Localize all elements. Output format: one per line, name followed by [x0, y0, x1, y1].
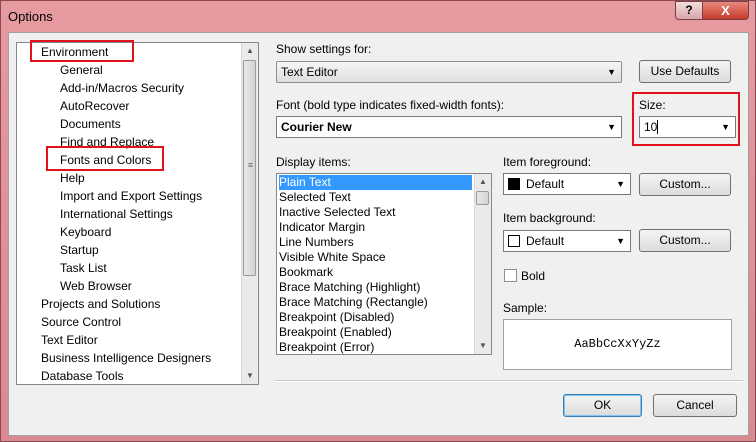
- title-bar[interactable]: Options ? X: [1, 1, 755, 31]
- size-value: 10: [644, 120, 658, 134]
- dialog-client-area: Database Tools Business Intelligence Desi…: [8, 32, 749, 436]
- display-item[interactable]: Indicator Margin: [279, 220, 365, 235]
- item-background-value: Default: [526, 234, 565, 248]
- display-item[interactable]: Plain Text: [279, 175, 472, 190]
- tree-item[interactable]: Find and Replace: [60, 133, 154, 151]
- foreground-color-swatch: [508, 178, 520, 190]
- tree-item[interactable]: Fonts and Colors: [60, 151, 151, 169]
- close-button[interactable]: X: [702, 1, 749, 20]
- item-background-label: Item background:: [503, 211, 596, 225]
- size-combo[interactable]: 10 ▼: [639, 116, 736, 138]
- ok-button[interactable]: OK: [563, 394, 642, 417]
- tree-item[interactable]: Startup: [60, 241, 99, 259]
- item-foreground-combo[interactable]: Default ▼: [503, 173, 631, 195]
- tree-item[interactable]: Database Tools: [41, 367, 124, 384]
- display-item[interactable]: Visible White Space: [279, 250, 386, 265]
- bold-checkbox[interactable]: [504, 269, 517, 282]
- dropdown-arrow-icon: ▼: [721, 122, 730, 132]
- text-cursor: [657, 120, 659, 134]
- footer-separator: [275, 380, 743, 382]
- tree-scrollbar[interactable]: ▲ ≡ ▼: [241, 43, 258, 384]
- tree-item[interactable]: Documents: [60, 115, 121, 133]
- list-scroll-thumb[interactable]: [476, 191, 489, 205]
- show-settings-label: Show settings for:: [276, 42, 372, 56]
- scroll-up-arrow-icon[interactable]: ▲: [475, 174, 491, 190]
- tree-item[interactable]: Task List: [60, 259, 107, 277]
- cancel-button[interactable]: Cancel: [653, 394, 737, 417]
- tree-item[interactable]: Projects and Solutions: [41, 295, 160, 313]
- dropdown-arrow-icon: ▼: [616, 179, 625, 189]
- item-background-combo[interactable]: Default ▼: [503, 230, 631, 252]
- display-items-scrollbar[interactable]: ▲ ▼: [474, 174, 491, 354]
- tree-item[interactable]: Help: [60, 169, 85, 187]
- item-foreground-label: Item foreground:: [503, 155, 592, 169]
- display-item[interactable]: Selected Text: [279, 190, 351, 205]
- scroll-up-arrow-icon[interactable]: ▲: [242, 43, 258, 59]
- tree-item[interactable]: Text Editor: [41, 331, 98, 349]
- background-custom-button[interactable]: Custom...: [639, 229, 731, 252]
- display-items-label: Display items:: [276, 155, 351, 169]
- sample-label: Sample:: [503, 301, 548, 315]
- dropdown-arrow-icon: ▼: [616, 236, 625, 246]
- tree-item[interactable]: Source Control: [41, 313, 121, 331]
- scroll-down-arrow-icon[interactable]: ▼: [475, 338, 491, 354]
- display-item[interactable]: Brace Matching (Highlight): [279, 280, 420, 295]
- tree-item[interactable]: Business Intelligence Designers: [41, 349, 211, 367]
- display-item[interactable]: Line Numbers: [279, 235, 354, 250]
- display-item[interactable]: Bookmark: [279, 265, 333, 280]
- tree-item[interactable]: Web Browser: [60, 277, 132, 295]
- display-item[interactable]: Breakpoint (Enabled): [279, 325, 392, 340]
- display-item[interactable]: Breakpoint (Error): [279, 340, 374, 354]
- bold-label: Bold: [521, 269, 546, 283]
- tree-item[interactable]: Import and Export Settings: [60, 187, 202, 205]
- options-tree[interactable]: Database Tools Business Intelligence Desi…: [16, 42, 259, 385]
- window-title: Options: [8, 9, 53, 24]
- tree-item[interactable]: AutoRecover: [60, 97, 129, 115]
- background-color-swatch: [508, 235, 520, 247]
- tree-item[interactable]: General: [60, 61, 103, 79]
- font-value: Courier New: [281, 120, 352, 134]
- tree-item[interactable]: Add-in/Macros Security: [60, 79, 184, 97]
- display-item[interactable]: Brace Matching (Rectangle): [279, 295, 428, 310]
- dropdown-arrow-icon: ▼: [607, 122, 616, 132]
- tree-item[interactable]: Keyboard: [60, 223, 111, 241]
- item-foreground-value: Default: [526, 177, 565, 191]
- tree-scroll-thumb[interactable]: ≡: [243, 60, 256, 276]
- foreground-custom-button[interactable]: Custom...: [639, 173, 731, 196]
- font-label: Font (bold type indicates fixed-width fo…: [276, 98, 505, 112]
- tree-item[interactable]: Environment: [41, 43, 108, 61]
- help-button[interactable]: ?: [675, 1, 703, 20]
- grip-icon: ≡: [247, 160, 254, 170]
- sample-preview: AaBbCcXxYyZz: [503, 319, 732, 370]
- options-dialog: Options ? X Database Tools Business Intel…: [0, 0, 756, 442]
- show-settings-combo[interactable]: Text Editor ▼: [276, 61, 622, 83]
- show-settings-value: Text Editor: [281, 65, 338, 79]
- display-item[interactable]: Inactive Selected Text: [279, 205, 396, 220]
- display-items-list[interactable]: Breakpoint (Error) Breakpoint (Enabled) Br…: [276, 173, 492, 355]
- display-item[interactable]: Breakpoint (Disabled): [279, 310, 394, 325]
- font-combo[interactable]: Courier New ▼: [276, 116, 622, 138]
- dropdown-arrow-icon: ▼: [607, 67, 616, 77]
- scroll-down-arrow-icon[interactable]: ▼: [242, 368, 258, 384]
- use-defaults-button[interactable]: Use Defaults: [639, 60, 731, 83]
- size-label: Size:: [639, 98, 666, 112]
- tree-item[interactable]: International Settings: [60, 205, 173, 223]
